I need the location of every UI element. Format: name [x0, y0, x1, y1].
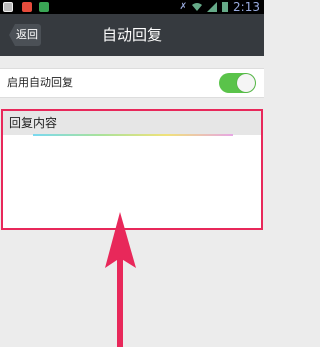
clock: 2:13 — [233, 0, 260, 14]
app-notification-icon — [39, 2, 49, 12]
reply-content-section: 回复内容 — [1, 109, 263, 230]
gallery-notification-icon — [3, 2, 13, 12]
battery-icon — [222, 2, 229, 12]
reply-content-input[interactable] — [3, 137, 261, 228]
signal-icon — [207, 2, 218, 12]
mute-icon: ✗ — [179, 2, 188, 12]
reply-content-header: 回复内容 — [3, 111, 261, 135]
wifi-icon — [192, 3, 203, 11]
auto-reply-label: 启用自动回复 — [7, 76, 73, 89]
toggle-knob — [237, 74, 255, 92]
title-bar: 自动回复 返回 — [0, 14, 264, 56]
status-bar: ✗ 2:13 — [0, 0, 264, 14]
app-notification-icon — [22, 2, 32, 12]
back-button[interactable]: 返回 — [9, 24, 41, 46]
reply-content-label: 回复内容 — [9, 116, 58, 130]
auto-reply-toggle[interactable] — [219, 73, 256, 93]
input-focus-indicator — [33, 134, 233, 136]
auto-reply-toggle-row[interactable]: 启用自动回复 — [0, 68, 264, 98]
